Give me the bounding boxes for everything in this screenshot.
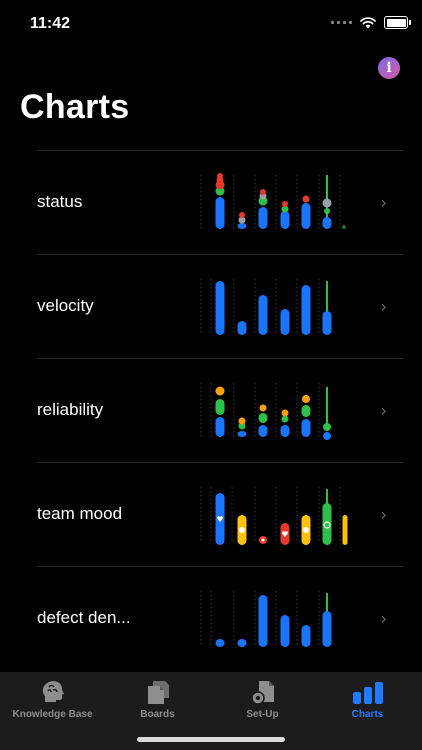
chart-bar <box>301 419 311 437</box>
chevron-right-icon: › <box>380 297 387 316</box>
chart-dot <box>324 208 330 214</box>
chart-dot <box>282 201 288 207</box>
wifi-icon <box>360 16 376 28</box>
row-label: reliability <box>37 400 104 419</box>
chart-bar <box>322 217 332 229</box>
chart-dot <box>217 173 223 179</box>
tab-boards[interactable]: Boards <box>105 672 210 728</box>
chart-bar <box>301 285 311 335</box>
chart-bar <box>237 431 247 437</box>
status-bar: 11:42 <box>0 0 422 50</box>
chevron-right-icon: › <box>380 609 387 628</box>
chart-bar <box>237 321 247 335</box>
chart-bar <box>280 425 290 437</box>
chart-bar <box>322 311 332 335</box>
battery-icon <box>384 16 411 29</box>
chart-dot <box>302 395 310 403</box>
info-icon[interactable]: i <box>378 57 400 79</box>
chart-bar <box>342 515 348 545</box>
velocity-mini-chart <box>200 279 332 335</box>
chart-bar <box>280 309 290 335</box>
chart-dot <box>281 415 289 423</box>
chart-bar <box>301 625 311 647</box>
row-label: team mood <box>37 504 123 523</box>
bar-chart-icon <box>352 682 383 704</box>
mood-mini-chart: ♥♥ <box>200 487 348 545</box>
tab-label: Charts <box>351 709 384 720</box>
chart-dot <box>239 212 245 218</box>
status-mini-chart <box>200 173 346 231</box>
chart-dot <box>322 198 332 208</box>
chart-dot <box>342 225 346 229</box>
chart-bar <box>258 413 268 423</box>
chart-bar <box>322 611 332 647</box>
chart-bar <box>215 281 225 335</box>
row-reliability[interactable]: reliability › <box>37 358 405 462</box>
setup-gear-icon <box>250 681 274 705</box>
page-title: Charts <box>20 88 130 126</box>
chart-dot <box>215 386 225 396</box>
chart-bar <box>215 639 225 647</box>
chart-bar <box>237 223 247 229</box>
row-velocity[interactable]: velocity › <box>37 254 405 358</box>
home-indicator <box>137 737 285 742</box>
chart-bar <box>280 211 290 229</box>
chart-bar <box>301 405 311 417</box>
chevron-right-icon: › <box>380 193 387 212</box>
row-label: velocity <box>37 296 94 315</box>
chart-dot <box>238 417 246 425</box>
chevron-right-icon: › <box>380 401 387 420</box>
cellular-signal-icon <box>331 21 352 24</box>
chart-bar <box>258 295 268 335</box>
heart-icon: ♥ <box>216 515 223 524</box>
boards-icon <box>147 681 169 704</box>
chart-dot <box>281 409 289 417</box>
chart-bar <box>215 417 225 437</box>
heart-icon: ♥ <box>281 530 288 539</box>
chevron-right-icon: › <box>380 505 387 524</box>
status-time: 11:42 <box>30 15 71 32</box>
chart-bar <box>258 425 268 437</box>
chart-bar <box>215 399 225 415</box>
tab-label: Knowledge Base <box>12 709 93 720</box>
chart-dot <box>323 432 331 440</box>
reliability-mini-chart <box>200 383 331 440</box>
tab-charts[interactable]: Charts <box>315 672 420 728</box>
chart-dot <box>261 538 265 542</box>
defect-mini-chart <box>200 591 332 647</box>
row-label: defect den... <box>37 608 131 627</box>
chart-bar <box>280 615 290 647</box>
tab-label: Set-Up <box>246 709 279 720</box>
chart-bar <box>237 639 247 647</box>
tab-set-up[interactable]: Set-Up <box>210 672 315 728</box>
tab-knowledge-base[interactable]: Knowledge Base <box>0 672 105 728</box>
row-status[interactable]: status › <box>37 150 405 254</box>
chart-dot <box>260 189 266 195</box>
chart-bar <box>258 207 268 229</box>
row-defect-density[interactable]: defect den... › <box>37 566 405 670</box>
chart-bar <box>215 197 225 229</box>
chart-dot <box>302 195 310 203</box>
chart-dot <box>323 423 331 431</box>
row-label: status <box>37 192 83 211</box>
chart-bar <box>258 595 268 647</box>
status-icons <box>331 16 411 29</box>
chart-dot <box>239 527 245 533</box>
brain-head-icon <box>42 681 64 702</box>
chart-dot <box>259 404 267 412</box>
row-team-mood[interactable]: team mood ♥ ♥ › <box>37 462 405 566</box>
chart-dot <box>303 527 309 533</box>
chart-bar <box>301 203 311 229</box>
tab-label: Boards <box>140 709 175 720</box>
chart-list: status › velocity › reliability › team m… <box>37 150 405 670</box>
